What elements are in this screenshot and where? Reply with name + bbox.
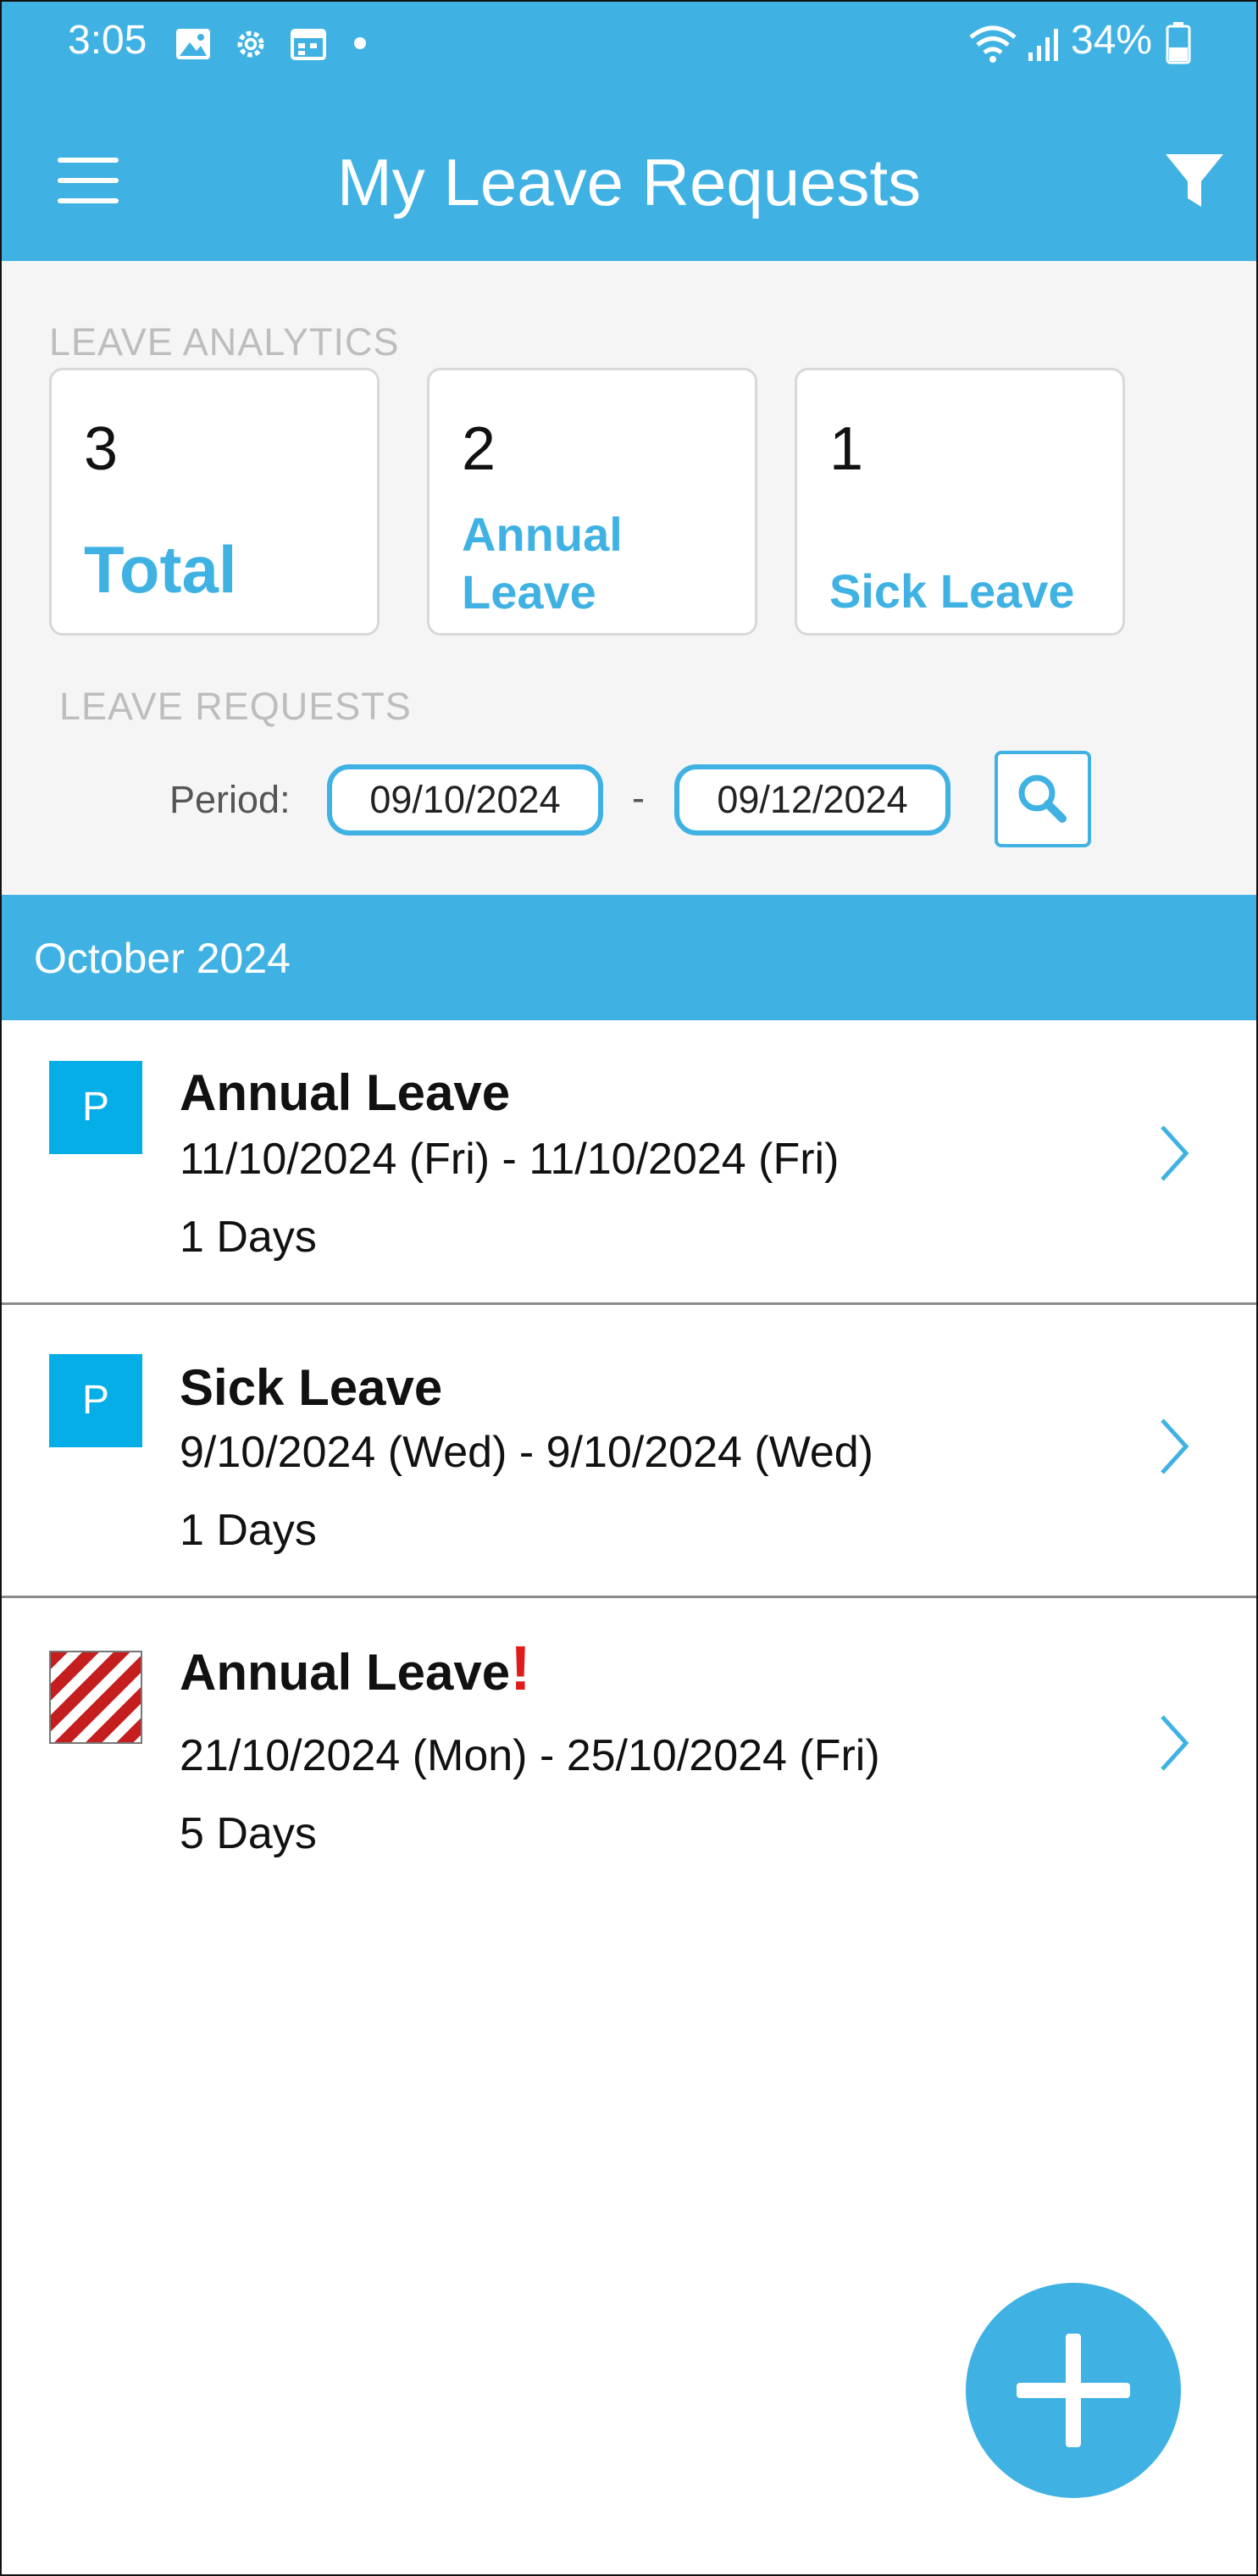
- card-label: Annual Leave: [462, 508, 623, 619]
- period-separator: -: [632, 776, 645, 819]
- list-item[interactable]: P Annual Leave 11/10/2024 (Fri) - 11/10/…: [2, 1020, 1256, 1305]
- chevron-right-icon[interactable]: [1159, 1417, 1189, 1476]
- leave-type: Sick Leave: [180, 1359, 443, 1416]
- leave-dates: 11/10/2024 (Fri) - 11/10/2024 (Fri): [180, 1135, 840, 1184]
- status-badge: P: [49, 1061, 142, 1154]
- card-count: 1: [829, 415, 864, 483]
- period-from-field[interactable]: 09/10/2024: [327, 764, 603, 836]
- list-item[interactable]: P Sick Leave 9/10/2024 (Wed) - 9/10/2024…: [2, 1305, 1256, 1598]
- requests-label: LEAVE REQUESTS: [59, 685, 412, 728]
- analytics-card-annual[interactable]: 2 Annual Leave: [427, 368, 757, 636]
- calendar-icon: [291, 29, 326, 60]
- chevron-right-icon[interactable]: [1159, 1713, 1189, 1773]
- analytics-label: LEAVE ANALYTICS: [49, 320, 400, 364]
- notification-dot: [354, 37, 366, 49]
- analytics-card-total[interactable]: 3 Total: [49, 368, 380, 636]
- search-button[interactable]: [995, 751, 1091, 847]
- card-count: 2: [462, 415, 496, 483]
- analytics-card-sick[interactable]: 1 Sick Leave: [795, 368, 1125, 636]
- month-label: October 2024: [34, 935, 291, 982]
- leave-dates: 21/10/2024 (Mon) - 25/10/2024 (Fri): [180, 1731, 880, 1780]
- battery-icon: [1166, 22, 1191, 64]
- search-icon: [1018, 774, 1067, 823]
- top-bar: 3:05 34% My Leave Requests: [2, 2, 1256, 261]
- status-badge: P: [49, 1354, 142, 1447]
- analytics-section: LEAVE ANALYTICS 3 Total 2 Annual Leave 1…: [2, 261, 1256, 895]
- leave-type: Annual Leave!: [180, 1633, 531, 1703]
- add-leave-button[interactable]: [966, 2283, 1181, 2498]
- period-to-field[interactable]: 09/12/2024: [674, 764, 950, 836]
- filter-icon[interactable]: [1164, 151, 1225, 210]
- status-badge-striped: [49, 1651, 142, 1744]
- leave-dates: 9/10/2024 (Wed) - 9/10/2024 (Wed): [180, 1428, 873, 1477]
- leave-days: 1 Days: [180, 1506, 317, 1555]
- gear-icon: [237, 31, 264, 58]
- warning-mark: !: [510, 1633, 531, 1703]
- status-bar: 3:05 34%: [2, 2, 1256, 93]
- month-header: October 2024: [2, 895, 1256, 1020]
- leave-days: 1 Days: [180, 1213, 317, 1262]
- card-label: Sick Leave: [829, 564, 1075, 618]
- page-title: My Leave Requests: [336, 145, 922, 219]
- card-label: Total: [84, 532, 237, 607]
- wifi-icon: [969, 25, 1017, 63]
- battery-percent: 34%: [1071, 18, 1153, 63]
- list-item[interactable]: Annual Leave! 21/10/2024 (Mon) - 25/10/2…: [2, 1598, 1256, 1886]
- period-label: Period:: [169, 778, 291, 821]
- signal-icon: [1028, 29, 1058, 61]
- image-icon: [176, 29, 210, 59]
- status-time: 3:05: [68, 18, 147, 63]
- leave-type: Annual Leave: [180, 1064, 511, 1121]
- card-count: 3: [84, 415, 119, 483]
- leave-days: 5 Days: [180, 1809, 317, 1858]
- chevron-right-icon[interactable]: [1159, 1124, 1189, 1183]
